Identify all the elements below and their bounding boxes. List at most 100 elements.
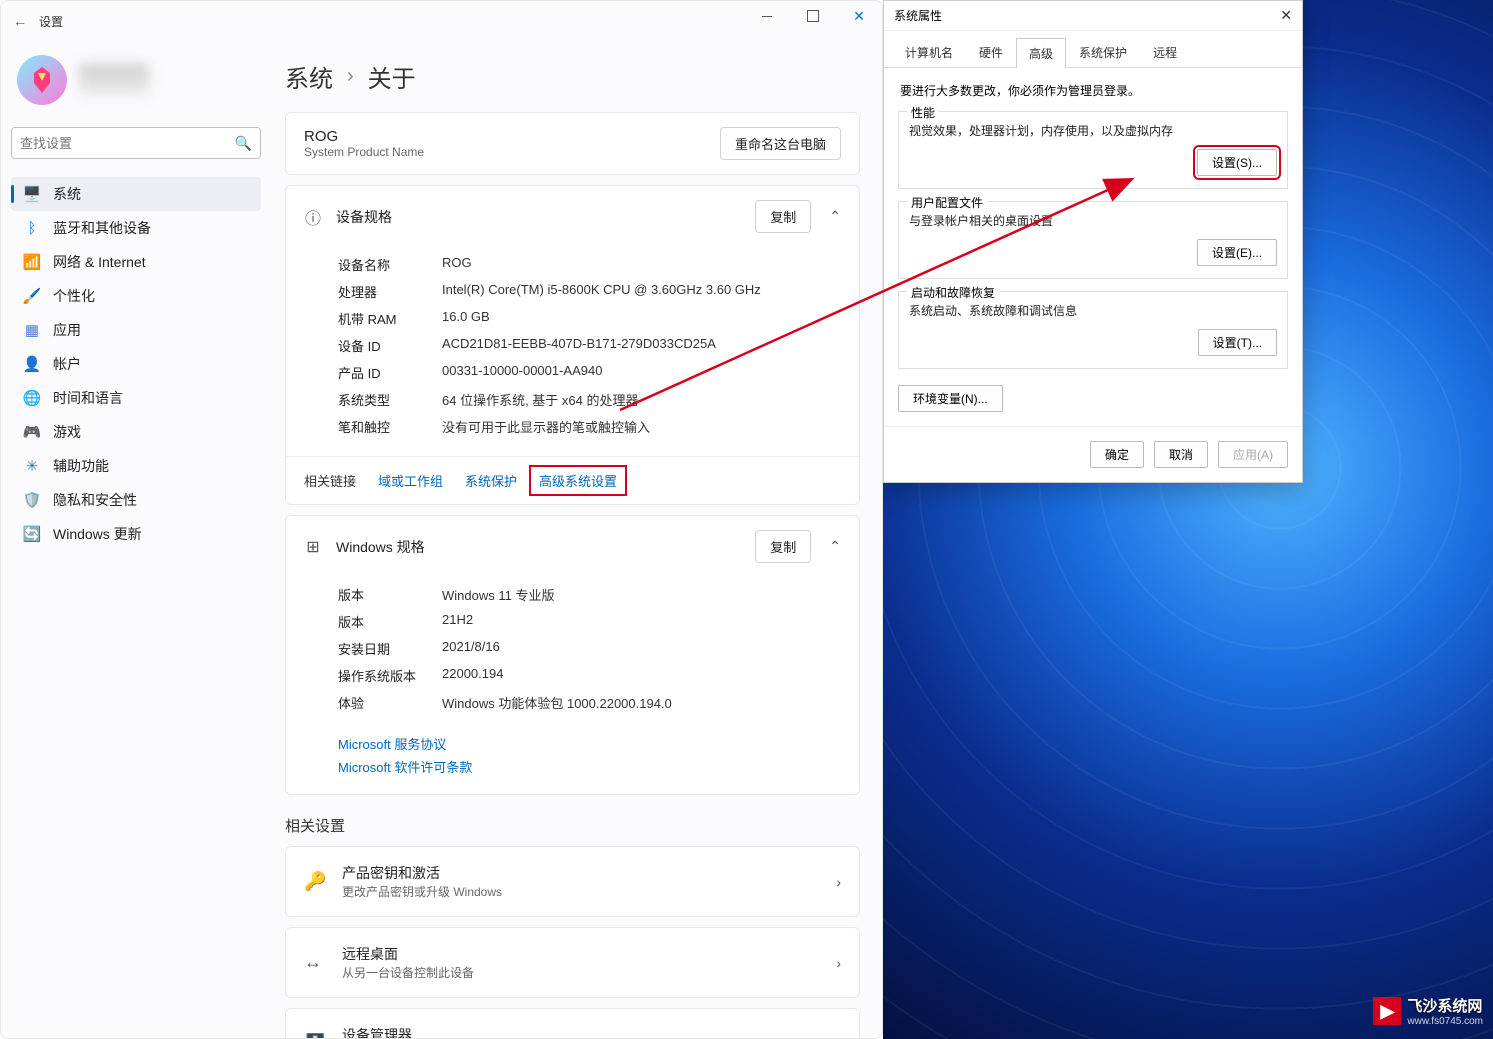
dialog-close-button[interactable]: ✕: [1280, 7, 1292, 24]
windows-specs-card: ⊞ Windows 规格 复制 ⌃ 版本Windows 11 专业版版本21H2…: [285, 515, 860, 795]
spec-row: 产品 ID00331-10000-00001-AA940: [338, 359, 841, 386]
related-item-1[interactable]: ↔ 远程桌面 从另一台设备控制此设备 ›: [285, 927, 860, 998]
cancel-button[interactable]: 取消: [1154, 441, 1208, 468]
collapse-windows-specs[interactable]: ⌃: [829, 538, 841, 555]
group-settings-button[interactable]: 设置(T)...: [1198, 329, 1277, 356]
search-icon: 🔍: [235, 135, 252, 152]
collapse-device-specs[interactable]: ⌃: [829, 208, 841, 225]
spec-row: 设备名称ROG: [338, 251, 841, 278]
spec-value: ACD21D81-EEBB-407D-B171-279D033CD25A: [442, 336, 716, 355]
related-settings-header: 相关设置: [285, 815, 860, 836]
nav-label: 隐私和安全性: [53, 490, 137, 510]
system-properties-dialog: 系统属性 ✕ 计算机名硬件高级系统保护远程 要进行大多数更改，你必须作为管理员登…: [883, 0, 1303, 483]
spec-value: 64 位操作系统, 基于 x64 的处理器: [442, 390, 638, 409]
minimize-button[interactable]: [744, 1, 790, 31]
nav-label: 网络 & Internet: [53, 252, 146, 272]
nav-item-10[interactable]: 🔄 Windows 更新: [11, 517, 261, 551]
nav-item-2[interactable]: 📶网络 & Internet: [11, 245, 261, 279]
nav-icon: 🎮: [23, 423, 41, 441]
nav-item-1[interactable]: ᛒ蓝牙和其他设备: [11, 211, 261, 245]
spec-row: 笔和触控没有可用于此显示器的笔或触控输入: [338, 413, 841, 440]
spec-value: 没有可用于此显示器的笔或触控输入: [442, 417, 650, 436]
copy-device-specs-button[interactable]: 复制: [755, 200, 811, 233]
chevron-right-icon: ›: [836, 955, 841, 971]
ok-button[interactable]: 确定: [1090, 441, 1144, 468]
close-button[interactable]: ✕: [836, 1, 882, 31]
user-profile[interactable]: [11, 49, 261, 123]
dialog-tab[interactable]: 远程: [1140, 37, 1190, 67]
avatar: [17, 55, 67, 105]
dialog-group-0: 性能 视觉效果，处理器计划，内存使用，以及虚拟内存 设置(S)...: [898, 111, 1288, 189]
nav-icon: 🔄: [23, 525, 41, 543]
related-title: 远程桌面: [342, 944, 474, 964]
nav-label: 游戏: [53, 422, 81, 442]
spec-key: 体验: [338, 693, 424, 712]
info-icon: ⓘ: [304, 208, 322, 226]
dialog-tab[interactable]: 系统保护: [1066, 37, 1140, 67]
link-system-protection[interactable]: 系统保护: [465, 471, 517, 490]
nav-item-3[interactable]: 🖌️个性化: [11, 279, 261, 313]
related-icon: ↔: [304, 952, 326, 973]
nav-icon: 🌐: [23, 389, 41, 407]
nav-item-8[interactable]: ✳辅助功能: [11, 449, 261, 483]
nav-icon: 🖌️: [23, 287, 41, 305]
copy-windows-specs-button[interactable]: 复制: [755, 530, 811, 563]
spec-key: 操作系统版本: [338, 666, 424, 685]
dialog-group-1: 用户配置文件 与登录帐户相关的桌面设置 设置(E)...: [898, 201, 1288, 279]
dialog-tab[interactable]: 计算机名: [892, 37, 966, 67]
spec-value: Intel(R) Core(TM) i5-8600K CPU @ 3.60GHz…: [442, 282, 761, 301]
link-ms-service-agreement[interactable]: Microsoft 服务协议: [338, 732, 841, 755]
nav-label: Windows 更新: [53, 524, 142, 544]
dialog-admin-note: 要进行大多数更改，你必须作为管理员登录。: [898, 80, 1288, 111]
device-specs-title: 设备规格: [336, 207, 392, 227]
dialog-tab[interactable]: 高级: [1016, 38, 1066, 68]
rename-pc-button[interactable]: 重命名这台电脑: [720, 127, 841, 160]
nav-icon: 👤: [23, 355, 41, 373]
link-domain-workgroup[interactable]: 域或工作组: [378, 471, 443, 490]
search-input[interactable]: [20, 136, 235, 151]
group-desc: 与登录帐户相关的桌面设置: [909, 212, 1277, 239]
breadcrumb: 系统 › 关于: [285, 59, 860, 94]
breadcrumb-root[interactable]: 系统: [285, 59, 333, 94]
nav-item-0[interactable]: 🖥️系统: [11, 177, 261, 211]
group-desc: 系统启动、系统故障和调试信息: [909, 302, 1277, 329]
nav-label: 应用: [53, 320, 81, 340]
desktop-background: 系统属性 ✕ 计算机名硬件高级系统保护远程 要进行大多数更改，你必须作为管理员登…: [883, 0, 1493, 1039]
content-area: 系统 › 关于 ROG System Product Name 重命名这台电脑 …: [271, 41, 882, 1038]
env-vars-button[interactable]: 环境变量(N)...: [898, 385, 1003, 412]
nav-item-9[interactable]: 🛡️ 隐私和安全性: [11, 483, 261, 517]
apply-button[interactable]: 应用(A): [1218, 441, 1288, 468]
settings-window: ✕ ← 设置 🔍 🖥️系统ᛒ蓝牙和其他设备📶网络 & Internet🖌️个性化…: [0, 0, 883, 1039]
spec-key: 设备 ID: [338, 336, 424, 355]
nav-label: 帐户: [53, 354, 81, 374]
nav-item-5[interactable]: 👤 帐户: [11, 347, 261, 381]
window-title: 设置: [39, 13, 63, 30]
dialog-group-2: 启动和故障恢复 系统启动、系统故障和调试信息 设置(T)...: [898, 291, 1288, 369]
nav-item-7[interactable]: 🎮 游戏: [11, 415, 261, 449]
related-item-0[interactable]: 🔑 产品密钥和激活 更改产品密钥或升级 Windows ›: [285, 846, 860, 917]
spec-row: 系统类型64 位操作系统, 基于 x64 的处理器: [338, 386, 841, 413]
windows-specs-title: Windows 规格: [336, 537, 425, 557]
nav-item-6[interactable]: 🌐时间和语言: [11, 381, 261, 415]
group-settings-button[interactable]: 设置(S)...: [1197, 149, 1277, 176]
related-item-2[interactable]: 🗄️ 设备管理器 打印机和其他驱动程序、硬件属性 ↗: [285, 1008, 860, 1038]
spec-key: 安装日期: [338, 639, 424, 658]
back-button[interactable]: ←: [13, 13, 27, 29]
nav-icon: 🛡️: [23, 491, 41, 509]
spec-row: 版本21H2: [338, 608, 841, 635]
windows-icon: ⊞: [304, 538, 322, 556]
spec-value: 16.0 GB: [442, 309, 490, 328]
group-settings-button[interactable]: 设置(E)...: [1197, 239, 1277, 266]
maximize-button[interactable]: [790, 1, 836, 31]
nav-item-4[interactable]: ▦ 应用: [11, 313, 261, 347]
nav-label: 系统: [53, 184, 81, 204]
related-links-label: 相关链接: [304, 471, 356, 490]
dialog-tab[interactable]: 硬件: [966, 37, 1016, 67]
pc-model: System Product Name: [304, 145, 424, 159]
search-box[interactable]: 🔍: [11, 127, 261, 159]
link-ms-license-terms[interactable]: Microsoft 软件许可条款: [338, 755, 841, 778]
dialog-tabs: 计算机名硬件高级系统保护远程: [884, 31, 1302, 68]
spec-value: 00331-10000-00001-AA940: [442, 363, 602, 382]
link-advanced-system-settings[interactable]: 高级系统设置: [539, 474, 617, 489]
nav-icon: ▦: [23, 321, 41, 339]
